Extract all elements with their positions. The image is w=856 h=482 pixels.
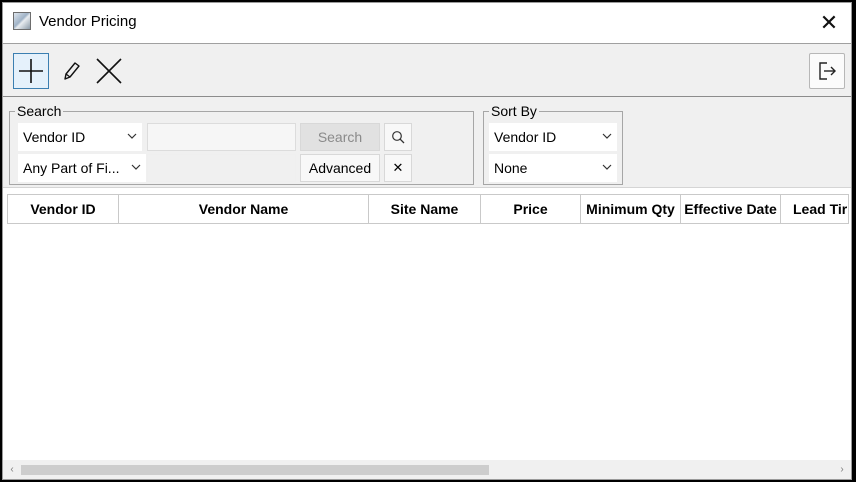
vendor-pricing-window: Vendor Pricing ✕ Search Vendor ID Search…: [2, 2, 852, 480]
exit-icon: [819, 62, 836, 80]
chevron-right-icon: ›: [840, 464, 844, 475]
x-icon: [96, 58, 122, 84]
scroll-left-button[interactable]: ‹: [3, 460, 21, 479]
column-header-price[interactable]: Price: [481, 194, 581, 224]
close-icon: ✕: [819, 10, 839, 35]
edit-button[interactable]: [53, 53, 89, 89]
sort-primary-select[interactable]: Vendor ID: [489, 123, 617, 151]
chevron-down-icon: [131, 164, 141, 170]
window-title: Vendor Pricing: [39, 13, 137, 30]
advanced-button[interactable]: Advanced: [300, 154, 380, 182]
sort-primary-value: Vendor ID: [494, 129, 557, 145]
add-button[interactable]: [13, 53, 49, 89]
sort-secondary-value: None: [494, 160, 528, 176]
sort-group: Sort By Vendor ID None: [483, 103, 623, 185]
search-match-value: Any Part of Fi...: [23, 160, 120, 176]
toolbar: [3, 43, 851, 97]
column-header-vendor-id[interactable]: Vendor ID: [7, 194, 119, 224]
search-icon: [392, 131, 405, 144]
scroll-right-button[interactable]: ›: [833, 460, 851, 479]
scrollbar-thumb[interactable]: [21, 465, 489, 475]
pricing-table: Vendor ID Vendor Name Site Name Price Mi…: [3, 187, 851, 460]
chevron-down-icon: [127, 133, 137, 139]
horizontal-scrollbar[interactable]: ‹ ›: [3, 460, 851, 479]
search-input[interactable]: [147, 123, 296, 151]
title-bar: Vendor Pricing ✕: [3, 3, 851, 43]
search-secondary-input: [147, 154, 296, 182]
search-field-select[interactable]: Vendor ID: [18, 123, 142, 151]
column-header-site-name[interactable]: Site Name: [369, 194, 481, 224]
filter-panel: Search Vendor ID Search Any Part of Fi..…: [3, 97, 851, 187]
chevron-down-icon: [602, 133, 612, 139]
sort-secondary-select[interactable]: None: [489, 154, 617, 182]
column-header-effective-date[interactable]: Effective Date: [681, 194, 781, 224]
delete-button[interactable]: [91, 53, 127, 89]
pencil-icon: [64, 62, 80, 80]
search-button[interactable]: Search: [300, 123, 380, 151]
close-button[interactable]: ✕: [807, 3, 851, 43]
column-header-lead-time[interactable]: Lead Tir: [781, 194, 849, 224]
clear-icon: ✕: [392, 160, 404, 175]
column-header-vendor-name[interactable]: Vendor Name: [119, 194, 369, 224]
exit-button[interactable]: [809, 53, 845, 89]
chevron-down-icon: [602, 164, 612, 170]
sort-group-label: Sort By: [489, 103, 539, 119]
chevron-left-icon: ‹: [10, 464, 14, 475]
search-match-select[interactable]: Any Part of Fi...: [18, 154, 146, 182]
plus-icon: [19, 59, 43, 83]
magnifier-button[interactable]: [384, 123, 412, 151]
clear-search-button[interactable]: ✕: [384, 154, 412, 182]
search-group-label: Search: [15, 103, 64, 119]
app-icon: [13, 12, 31, 30]
search-field-value: Vendor ID: [23, 129, 86, 145]
search-group: Search Vendor ID Search Any Part of Fi..…: [9, 103, 474, 185]
table-header-row: Vendor ID Vendor Name Site Name Price Mi…: [7, 194, 849, 224]
column-header-minimum-qty[interactable]: Minimum Qty: [581, 194, 681, 224]
